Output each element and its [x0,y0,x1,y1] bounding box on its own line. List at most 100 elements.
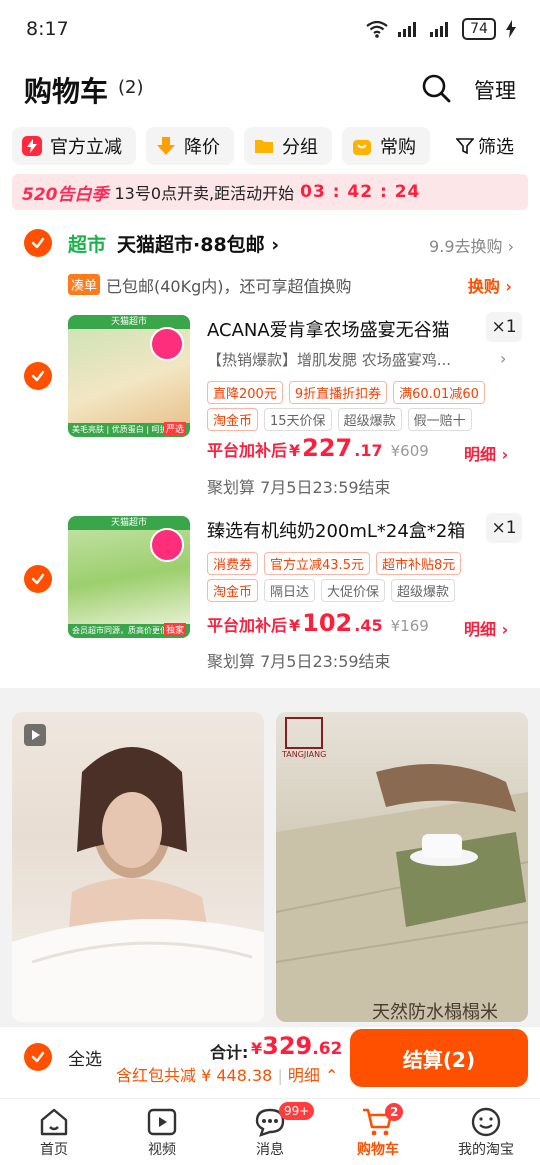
product-price: 平台加补后 ¥ 227 .17 ¥609 [207,434,429,462]
original-price: ¥609 [390,442,429,460]
total-amount: ¥329.62 [251,1032,342,1060]
message-badge: 99+ [279,1102,315,1120]
quantity-selector[interactable]: ×1 [486,513,522,543]
price-detail-link[interactable]: 明细 › [464,616,508,640]
promo-tag: 超市补贴8元 [375,552,462,575]
recommendation-card[interactable] [12,712,264,1022]
chip-label: 降价 [184,137,220,158]
home-icon [40,1108,68,1136]
service-tag: 15天价保 [264,408,332,431]
checkmark-icon [31,370,45,382]
coupon-detail-text: 明细 [287,1066,320,1085]
quantity-selector[interactable]: ×1 [486,312,522,342]
tab-home[interactable]: 首页 [0,1099,108,1165]
service-tag: 淘金币 [207,579,259,602]
promo-countdown: 03 : 42 : 24 [300,182,421,202]
arrow-down-icon [156,136,176,156]
promo-tag: 9折直播折扣券 [288,381,388,404]
tab-label: 我的淘宝 [458,1142,514,1158]
tab-profile[interactable]: 我的淘宝 [432,1099,540,1165]
chevron-right-icon: › [501,620,509,639]
chevron-right-icon[interactable]: › [500,349,506,368]
price-label: 平台加补后 [207,616,288,635]
tab-label: 视频 [148,1142,176,1158]
tab-messages[interactable]: 消息 99+ [216,1099,324,1165]
recommendation-photo [12,747,264,1022]
price-currency: ¥ [289,616,301,635]
manage-button[interactable]: 管理 [474,75,516,105]
product-checkbox[interactable] [24,362,52,390]
tab-video[interactable]: 视频 [108,1099,216,1165]
bag-icon [352,136,372,156]
tab-label: 购物车 [357,1142,399,1158]
thumb-corner-badge: 严选 [163,422,186,435]
service-tags: 淘金币 15天价保 超级爆款 假一赔十 [207,408,472,431]
tab-cart[interactable]: 购物车 2 [324,1099,432,1165]
product-checkbox[interactable] [24,565,52,593]
watermark-text: 天然防水榻榻米 [372,1002,498,1022]
select-all-checkbox[interactable] [24,1043,52,1071]
store-badge: 超市 [68,234,107,256]
original-price: ¥169 [390,617,429,635]
chip-official-discount[interactable]: 官方立减 [12,127,136,165]
product-price: 平台加补后 ¥ 102 .45 ¥169 [207,609,429,637]
service-tag: 隔日达 [264,579,316,602]
search-icon[interactable] [421,73,451,103]
price-integer: 227 [302,434,353,462]
price-currency: ¥ [289,441,301,460]
product-variant[interactable]: 【热销爆款】增肌发腮 农场盛宴鸡... [207,349,451,370]
filter-chips: 官方立减 降价 分组 常购 [12,127,430,165]
price-decimal: .17 [354,441,383,460]
checkmark-icon [31,573,45,585]
product-image[interactable]: 天猫超市 会员超市同源，质高价更低 独家 [68,516,190,638]
select-all-label[interactable]: 全选 [68,1045,102,1070]
store-checkbox[interactable] [24,229,52,257]
promo-tag: 直降200元 [207,381,283,404]
wifi-icon [366,20,388,38]
video-play-icon [24,724,46,746]
price-decimal: .45 [354,616,383,635]
total-label: 合计: [210,1043,249,1062]
promo-tag: 官方立减43.5元 [264,552,370,575]
exchange-link-text: 换购 [467,277,500,296]
product-image[interactable]: 天猫超市 美毛亮肤 | 优质蛋白 | 呵护心脏 严选 [68,315,190,437]
notice-text: 已包邮(40Kg内)，还可享超值换购 [106,277,352,296]
battery-indicator: 74 [462,18,496,40]
price-detail-text: 明细 [464,445,497,464]
price-detail-link[interactable]: 明细 › [464,441,508,465]
store-name[interactable]: 天猫超市·88包邮 › [117,230,279,257]
exchange-link[interactable]: 换购 › [468,273,512,297]
recommendation-card[interactable]: TANGJIANG 天然防水榻榻米 [276,712,528,1022]
chip-group[interactable]: 分组 [244,127,332,165]
page-title: 购物车 [24,75,109,108]
chevron-right-icon: › [505,277,512,296]
charging-icon [506,20,516,38]
deal-deadline: 聚划算 7月5日23:59结束 [207,478,391,497]
product-title[interactable]: 臻选有机纯奶200mL*24盒*2箱 [207,517,465,543]
promo-tags: 消费券 官方立减43.5元 超市补贴8元 [207,552,462,575]
chevron-right-icon: › [507,237,514,256]
service-tags: 淘金币 隔日达 大促价保 超级爆款 [207,579,456,602]
tab-label: 首页 [40,1142,68,1158]
folder-icon [254,136,274,156]
promo-banner[interactable]: 520告白季 13号0点开卖,距活动开始 03 : 42 : 24 [12,174,528,210]
deal-deadline: 聚划算 7月5日23:59结束 [207,652,391,671]
total-integer: 329 [262,1032,313,1060]
profile-icon [471,1107,501,1137]
total-currency: ¥ [251,1039,263,1058]
coupon-summary[interactable]: 含红包共减 ¥ 448.38 | 明细 ⌃ [116,1062,338,1086]
checkout-button[interactable]: 结算(2) [350,1029,528,1087]
service-tag: 大促价保 [321,579,386,602]
thumb-corner-badge: 独家 [163,623,186,636]
service-tag: 淘金币 [207,408,259,431]
cart-count: (2) [118,77,144,98]
promo-tag: 消费券 [207,552,259,575]
chevron-right-icon: › [501,445,509,464]
store-exchange-link[interactable]: 9.9去换购 › [429,233,514,257]
coupon-text: 含红包共减 ¥ 448.38 [116,1066,273,1085]
filter-button[interactable]: 筛选 [456,133,514,159]
chip-frequent[interactable]: 常购 [342,127,430,165]
chip-price-drop[interactable]: 降价 [146,127,234,165]
lightning-icon [22,136,42,156]
product-title[interactable]: ACANA爱肯拿农场盛宴无谷猫 [207,316,450,342]
